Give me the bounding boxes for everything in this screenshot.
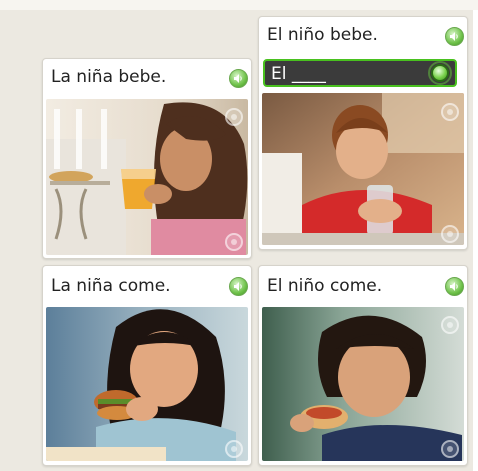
radio-circle-icon[interactable]: [441, 225, 459, 243]
photo-boy-drinking: [262, 93, 464, 245]
card-nina-bebe[interactable]: La niña bebe.: [42, 58, 252, 259]
card-caption: La niña bebe.: [51, 67, 167, 87]
answer-input-text: El ____: [271, 64, 326, 84]
answer-input[interactable]: El ____: [263, 59, 457, 87]
card-nino-come[interactable]: El niño come.: [258, 265, 468, 466]
radio-circle-icon[interactable]: [441, 316, 459, 334]
radio-circle-icon[interactable]: [225, 108, 243, 126]
speaker-icon[interactable]: [229, 69, 248, 88]
speaker-icon[interactable]: [445, 27, 464, 46]
card-nina-come[interactable]: La niña come.: [42, 265, 252, 466]
microphone-icon[interactable]: [431, 64, 449, 82]
radio-circle-icon[interactable]: [441, 440, 459, 458]
speaker-icon[interactable]: [445, 277, 464, 296]
card-caption: La niña come.: [51, 276, 171, 296]
radio-circle-icon[interactable]: [225, 440, 243, 458]
card-caption: El niño bebe.: [267, 25, 378, 45]
top-strip: [0, 0, 478, 10]
photo-girl-eating: [46, 307, 248, 461]
photo-boy-eating: [262, 307, 464, 461]
card-nino-bebe[interactable]: El niño bebe. El ____: [258, 16, 468, 250]
radio-circle-icon[interactable]: [225, 233, 243, 251]
speaker-icon[interactable]: [229, 277, 248, 296]
card-caption: El niño come.: [267, 276, 383, 296]
photo-girl-drinking: [46, 99, 248, 255]
radio-circle-icon[interactable]: [441, 103, 459, 121]
